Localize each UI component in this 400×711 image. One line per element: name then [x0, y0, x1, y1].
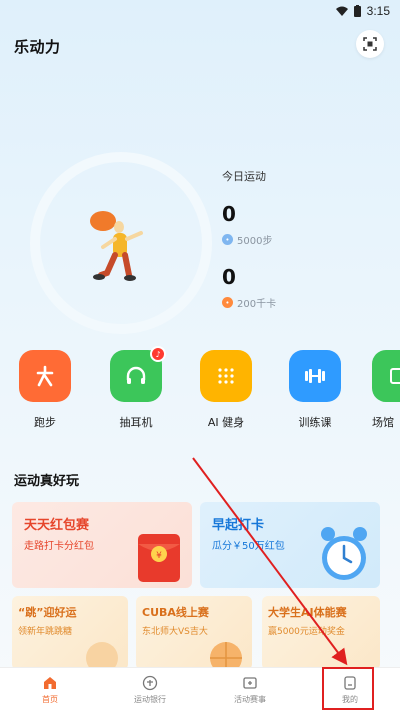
category-label: 抽耳机 [119, 416, 153, 429]
today-stats: 今日运动 0 • 5000步 0 • 200千卡 [222, 168, 382, 310]
red-packet-card[interactable]: 天天红包赛 走路打卡分红包 ¥ [12, 502, 192, 588]
card-subtitle: 东北师大VS吉大 [142, 627, 208, 637]
tab-home[interactable]: 首页 [0, 668, 100, 711]
headphones-icon [126, 366, 146, 384]
wifi-icon [335, 6, 348, 16]
card-title: “跳”迎好运 [18, 606, 77, 619]
card-subtitle: 领新年跳跳糖 [18, 627, 73, 637]
alarm-clock-icon [321, 527, 367, 580]
scan-icon [363, 37, 377, 51]
ai-fitness-contest-card[interactable]: 大学生AI体能赛 赢5000元运动奖金 [262, 596, 380, 670]
notification-badge: ♪ [150, 346, 166, 362]
category-shortcuts: 跑步 ♪ 抽耳机 AI 健身 训练课 场馆 [0, 346, 400, 440]
tab-events[interactable]: 活动赛事 [200, 668, 300, 711]
category-tile: ♪ [110, 346, 166, 402]
category-ai-fitness[interactable]: AI 健身 [196, 350, 256, 430]
dumbbell-icon [305, 369, 325, 383]
category-tile [289, 350, 341, 402]
card-subtitle: 赢5000元运动奖金 [268, 627, 345, 637]
category-label: 训练课 [298, 416, 332, 429]
events-icon [243, 676, 257, 689]
annotation-highlight-box [322, 667, 374, 710]
bank-icon [142, 675, 158, 690]
section-title: 运动真好玩 [14, 474, 80, 489]
category-label: AI 健身 [207, 416, 245, 429]
category-training[interactable]: 训练课 [285, 350, 345, 430]
mascot-illustration [90, 211, 143, 281]
status-icons: 3:15 [335, 4, 390, 18]
jump-luck-card[interactable]: “跳”迎好运 领新年跳跳糖 [12, 596, 128, 670]
decor-circle-icon [86, 642, 118, 670]
category-tile [372, 350, 400, 402]
ai-dots-icon [218, 368, 234, 384]
svg-text:¥: ¥ [156, 551, 162, 561]
home-icon [44, 676, 56, 689]
activity-ring[interactable] [30, 152, 212, 334]
category-tile [200, 350, 252, 402]
run-icon [36, 365, 54, 387]
tab-label: 活动赛事 [234, 694, 266, 704]
status-time: 3:15 [366, 4, 390, 18]
card-title: CUBA线上赛 [142, 606, 209, 619]
category-label: 跑步 [34, 416, 56, 429]
status-bar: 3:15 [0, 0, 400, 24]
steps-count: 0 [222, 202, 236, 226]
category-label: 场馆 [372, 416, 394, 429]
steps-icon: • [222, 234, 233, 245]
steps-goal-row: • 5000步 [222, 232, 382, 247]
tab-sports-bank[interactable]: 运动银行 [100, 668, 200, 711]
venue-icon [390, 368, 400, 384]
red-envelope-icon: ¥ [138, 534, 180, 582]
scan-button[interactable] [356, 30, 384, 58]
calories-count: 0 [222, 265, 236, 289]
early-checkin-card[interactable]: 早起打卡 瓜分￥50万红包 [200, 502, 380, 588]
today-title: 今日运动 [222, 170, 266, 183]
category-run[interactable]: 跑步 [15, 350, 75, 430]
tab-label: 运动银行 [134, 694, 166, 704]
category-venue[interactable]: 场馆 [372, 350, 400, 430]
battery-icon [353, 5, 361, 17]
card-title: 大学生AI体能赛 [268, 606, 347, 619]
cuba-card[interactable]: CUBA线上赛 东北师大VS吉大 [136, 596, 252, 670]
basketball-icon [210, 642, 242, 670]
category-headphones[interactable]: ♪ 抽耳机 [106, 346, 166, 430]
category-tile [19, 350, 71, 402]
tab-label: 首页 [42, 694, 58, 704]
app-title: 乐动力 [14, 38, 61, 56]
calories-goal-row: • 200千卡 [222, 295, 382, 310]
flame-icon: • [222, 297, 233, 308]
calories-goal: 200千卡 [237, 299, 277, 310]
app-bar: 乐动力 [0, 24, 400, 64]
steps-goal: 5000步 [237, 236, 273, 247]
